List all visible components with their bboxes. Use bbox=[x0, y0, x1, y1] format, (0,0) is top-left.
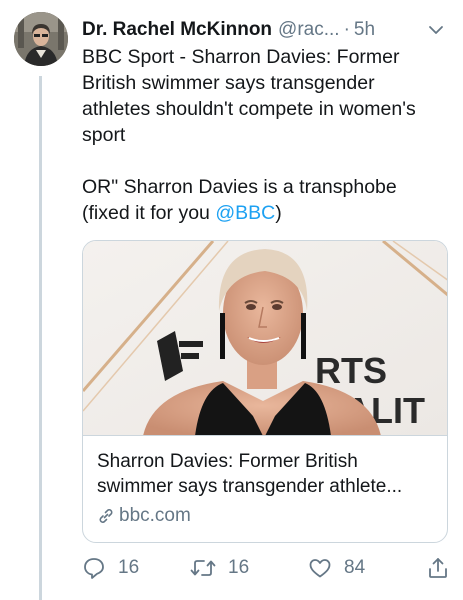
retweet-count: 16 bbox=[228, 557, 250, 578]
separator-dot: · bbox=[343, 19, 350, 40]
tweet-actions: 16 16 84 bbox=[82, 556, 454, 588]
tweet-text-line: OR" Sharron Davies is a transphobe bbox=[82, 176, 397, 198]
thread-line bbox=[39, 76, 42, 600]
tweet-header: Dr. Rachel McKinnon @rac... · 5h bbox=[82, 16, 452, 44]
card-title[interactable]: Sharron Davies: Former British swimmer s… bbox=[97, 449, 437, 499]
card-photo: RTS NALIT bbox=[83, 241, 447, 435]
like-button[interactable]: 84 bbox=[308, 556, 365, 580]
tweet-text-line: athletes shouldn't compete in women's bbox=[82, 98, 416, 120]
card-title-line: Sharron Davies: Former British bbox=[97, 451, 358, 472]
tweet-text-line: (fixed it for you @BBC) bbox=[82, 200, 454, 226]
like-count: 84 bbox=[344, 557, 366, 578]
retweet-button[interactable]: 16 bbox=[190, 556, 249, 580]
tweet-text-segment: ) bbox=[275, 202, 282, 224]
tweet-text-line: sport bbox=[82, 124, 126, 146]
avatar-image bbox=[14, 12, 68, 66]
user-handle[interactable]: @rac... bbox=[278, 19, 340, 41]
retweet-icon bbox=[190, 560, 216, 576]
link-card[interactable]: RTS NALIT Sharron Davies: Former British… bbox=[82, 240, 448, 543]
backdrop-text: RTS bbox=[315, 350, 387, 391]
reply-icon bbox=[84, 558, 104, 579]
tweet-text-segment: (fixed it for you bbox=[82, 202, 216, 224]
avatar[interactable] bbox=[14, 12, 68, 66]
card-domain: bbc.com bbox=[97, 505, 191, 527]
tweet-text-line: BBC Sport - Sharron Davies: Former bbox=[82, 46, 400, 68]
chevron-down-icon[interactable] bbox=[428, 22, 444, 38]
display-name[interactable]: Dr. Rachel McKinnon bbox=[82, 19, 272, 41]
reply-count: 16 bbox=[118, 557, 140, 578]
mention-link[interactable]: @BBC bbox=[215, 202, 275, 224]
tweet-text-line: British swimmer says transgender bbox=[82, 72, 375, 94]
timestamp[interactable]: 5h bbox=[354, 19, 375, 41]
reply-button[interactable]: 16 bbox=[82, 556, 139, 580]
like-icon bbox=[309, 559, 331, 578]
share-button[interactable] bbox=[426, 556, 462, 580]
link-icon bbox=[99, 509, 113, 523]
share-icon bbox=[429, 558, 447, 578]
tweet-text: BBC Sport - Sharron Davies: Former Briti… bbox=[82, 44, 454, 226]
card-image: RTS NALIT bbox=[83, 241, 447, 436]
card-title-line: swimmer says transgender athlete... bbox=[97, 476, 403, 497]
card-domain-text: bbc.com bbox=[119, 505, 191, 526]
